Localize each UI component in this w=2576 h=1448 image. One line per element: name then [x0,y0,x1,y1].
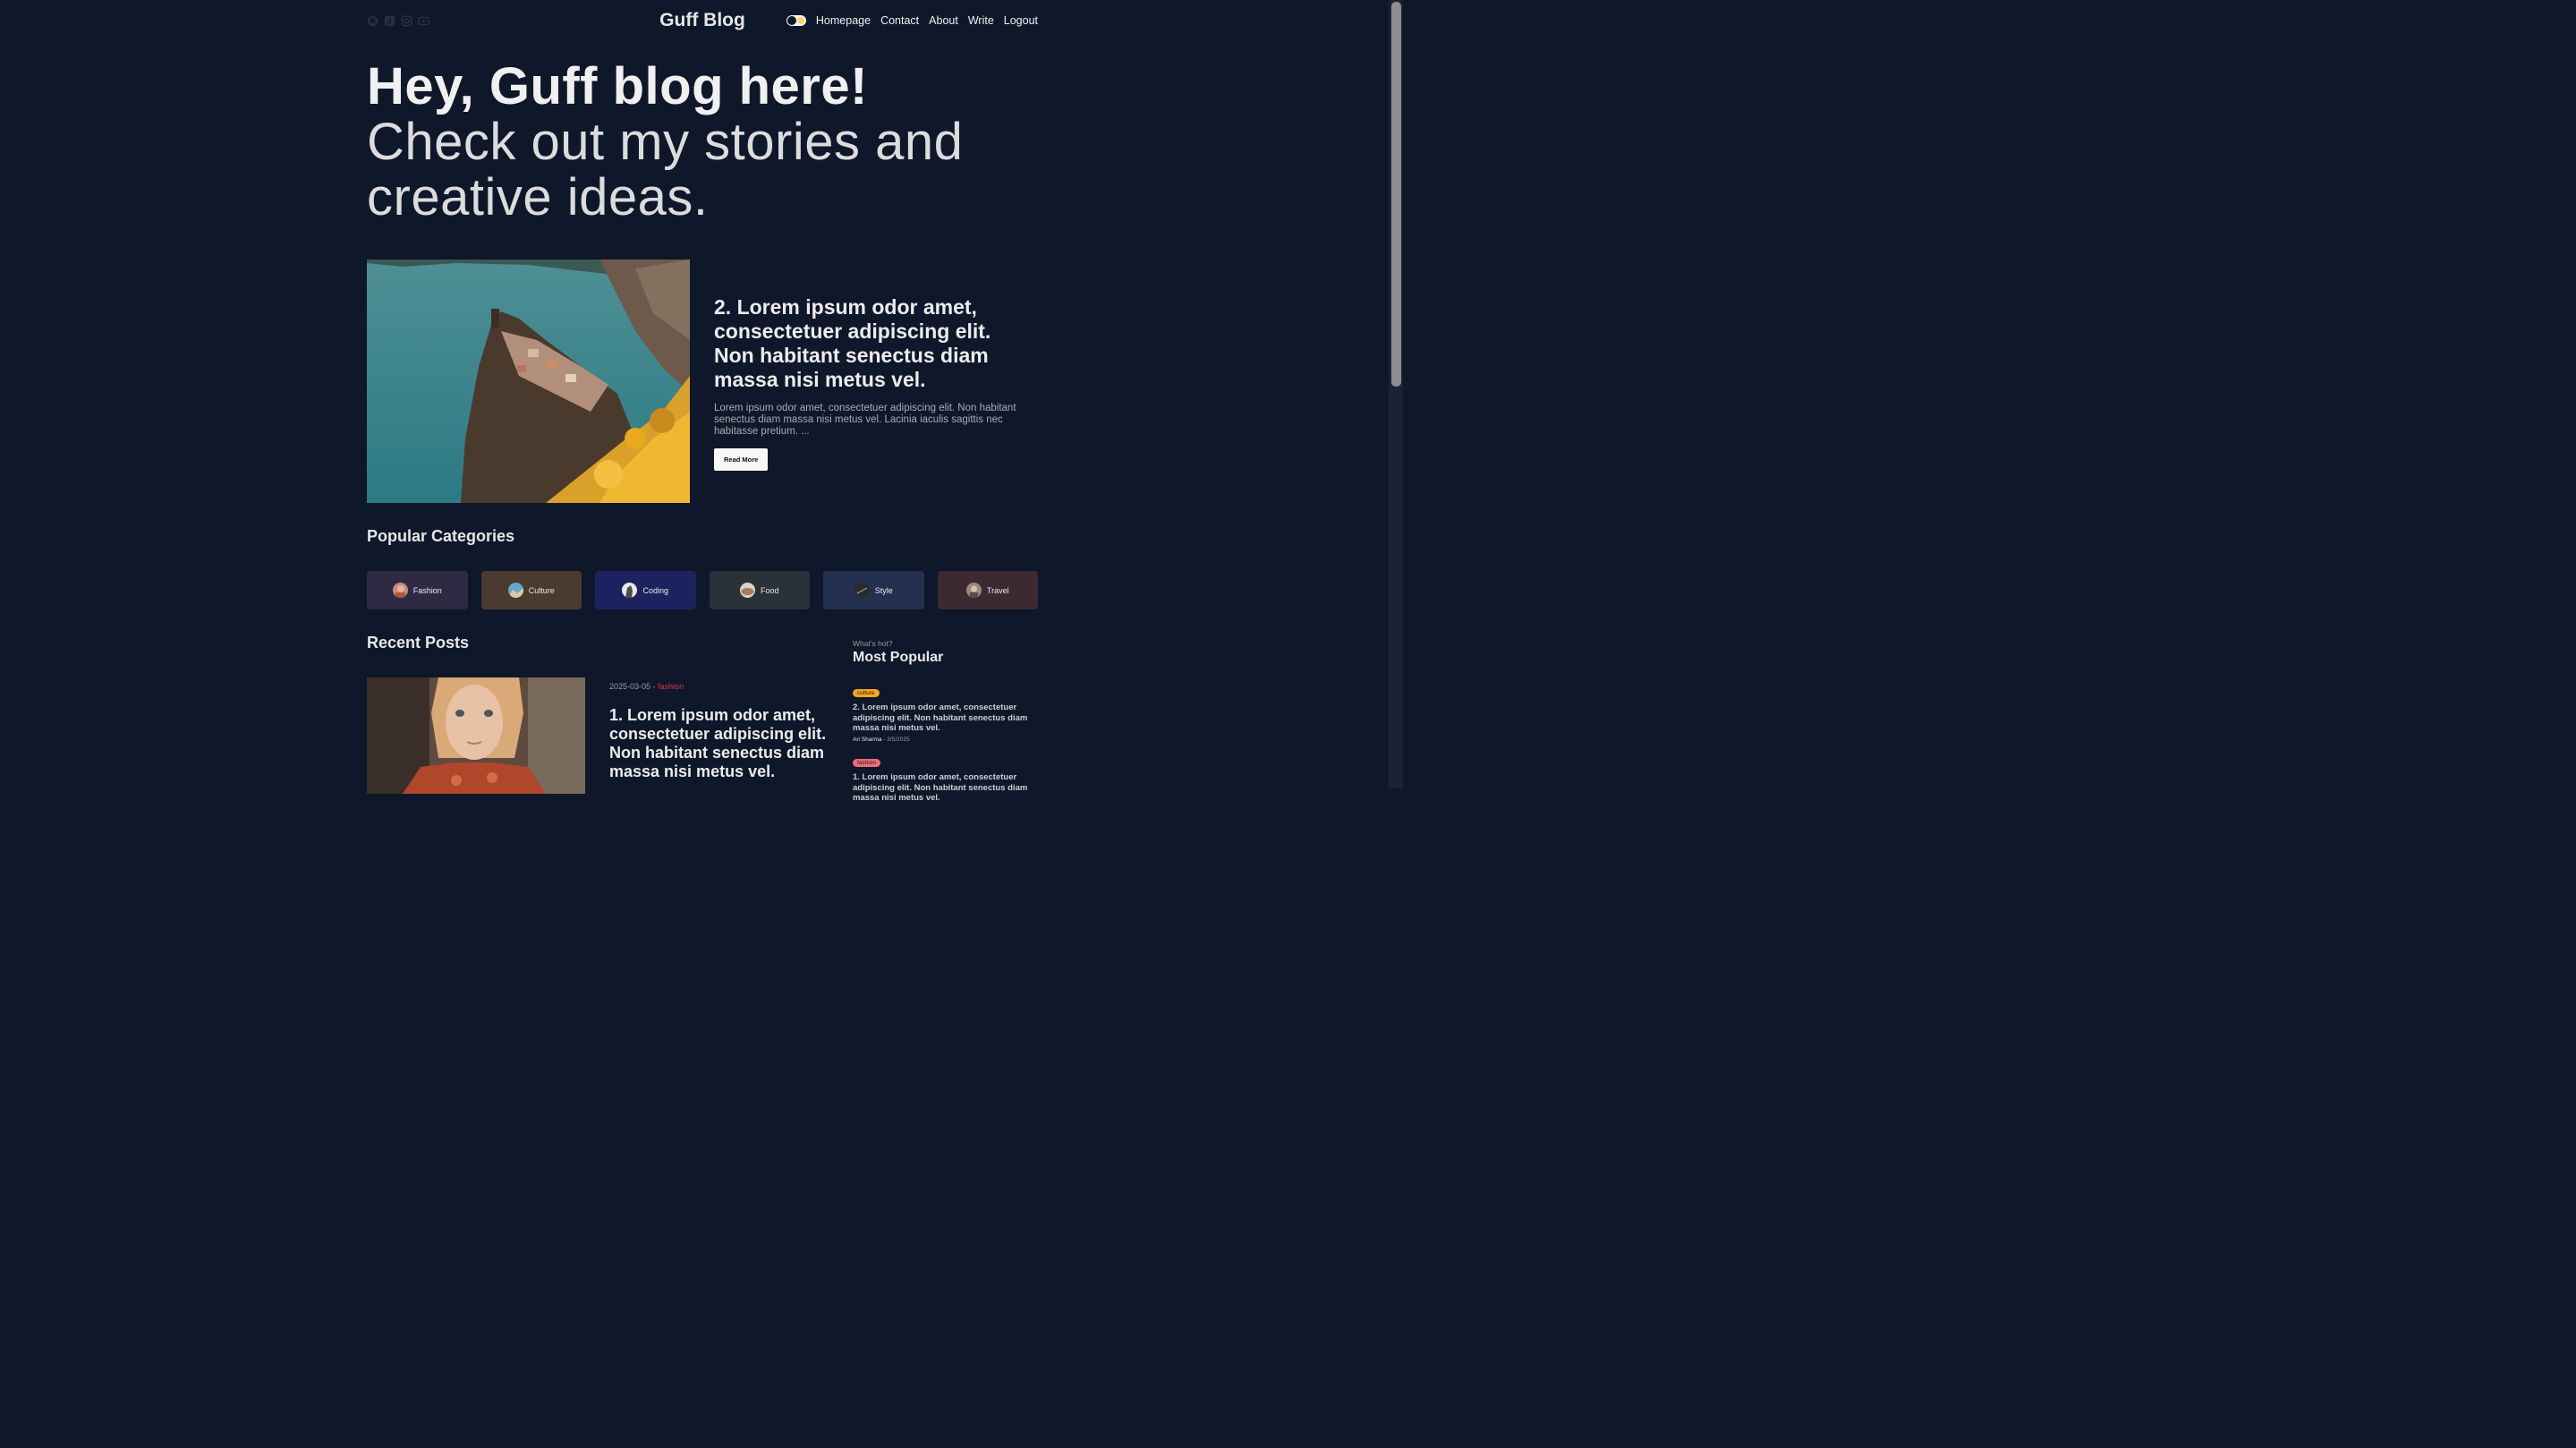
popular-item-title[interactable]: 1. Lorem ipsum odor amet, consectetuer a… [853,772,1041,804]
category-culture[interactable]: Culture [480,571,582,609]
category-badge[interactable]: culture [853,689,880,697]
theme-toggle[interactable] [786,15,806,26]
popular-categories-title: Popular Categories [367,527,515,545]
recent-post-meta: 2025-03-05 - fashion [609,682,684,691]
featured-title[interactable]: 2. Lorem ipsum odor amet, consectetuer a… [714,295,1036,392]
nav-links: Homepage Contact About Write Logout [786,14,1038,27]
culture-avatar [507,583,523,598]
nav-link-about[interactable]: About [929,14,958,27]
category-label: Food [760,585,779,595]
sidebar-subtitle: What's hot? [853,639,893,648]
hero-rest: Check out my stories and creative ideas. [367,113,964,226]
category-travel[interactable]: Travel [937,571,1038,609]
recent-post-title[interactable]: 1. Lorem ipsum odor amet, consectetuer a… [609,706,833,781]
category-coding[interactable]: Coding [595,571,696,609]
sidebar-most-popular: What's hot? Most Popular culture 2. Lore… [853,639,1041,803]
read-more-button[interactable]: Read More [714,448,769,471]
category-label: Coding [642,585,669,595]
popular-item[interactable]: fashion 1. Lorem ipsum odor amet, consec… [853,753,1041,804]
style-avatar [854,583,870,598]
popular-item-meta: Ari Sharma - 3/5/2025 [853,737,1041,743]
scrollbar[interactable] [1389,0,1403,788]
author-name: Ari Sharma [853,736,882,743]
hero-heading: Hey, Guff blog here! Check out my storie… [367,59,1011,226]
scrollbar-thumb[interactable] [1391,2,1401,387]
recent-post-category[interactable]: fashion [658,682,684,691]
food-avatar [739,583,755,598]
recent-posts-title: Recent Posts [367,634,470,652]
travel-avatar [965,583,982,598]
category-list: Fashion Culture Coding Food Style Travel [367,571,1038,609]
meta-separator: - [650,682,659,691]
featured-description: Lorem ipsum odor amet, consectetuer adip… [714,403,1016,437]
featured-image[interactable] [367,260,690,503]
category-label: Style [874,585,893,595]
sidebar-title: Most Popular [853,650,944,665]
popular-item[interactable]: culture 2. Lorem ipsum odor amet, consec… [853,683,1041,743]
featured-post: 2. Lorem ipsum odor amet, consectetuer a… [714,295,1036,471]
category-style[interactable]: Style [823,571,924,609]
nav-link-contact[interactable]: Contact [880,14,919,27]
coding-avatar [622,583,638,598]
nav-link-homepage[interactable]: Homepage [816,14,871,27]
hero-bold: Hey, Guff blog here! [367,57,868,115]
category-label: Travel [986,585,1009,595]
category-fashion[interactable]: Fashion [367,571,468,609]
navbar: Guff Blog Homepage Contact About Write L… [367,0,1038,43]
popular-item-title[interactable]: 2. Lorem ipsum odor amet, consectetuer a… [853,703,1041,734]
category-label: Culture [528,585,555,595]
category-label: Fashion [412,585,442,595]
nav-link-write[interactable]: Write [968,14,994,27]
recent-post-date: 2025-03-05 [609,682,651,691]
category-food[interactable]: Food [709,571,810,609]
recent-post-image[interactable] [367,677,585,794]
category-badge[interactable]: fashion [853,759,880,767]
sun-icon [796,17,804,24]
toggle-knob [786,16,796,25]
post-date: - 3/5/2025 [881,736,910,743]
fashion-avatar [392,583,408,598]
nav-link-logout[interactable]: Logout [1004,14,1038,27]
